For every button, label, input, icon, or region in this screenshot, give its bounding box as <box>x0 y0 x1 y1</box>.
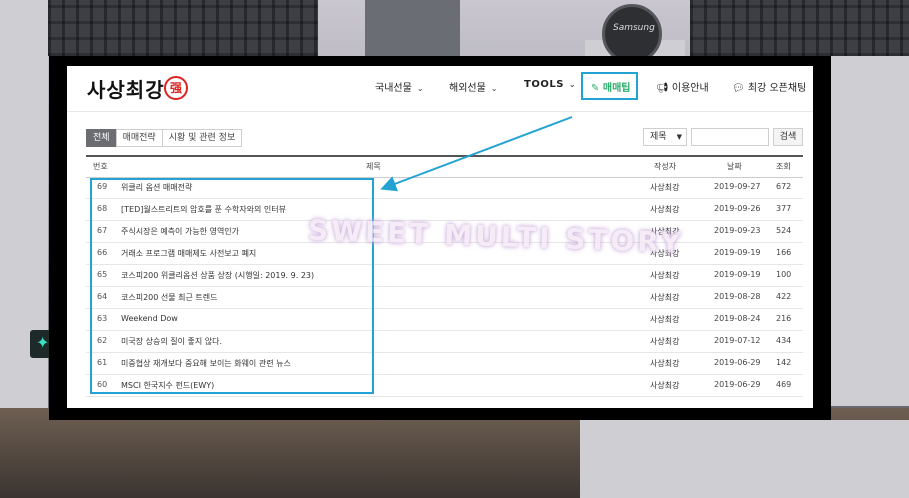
nav-tools[interactable]: TOOLS ⌄ <box>524 79 576 99</box>
row-views: 100 <box>776 270 792 279</box>
chevron-down-icon: ⌄ <box>568 80 577 89</box>
search-input[interactable] <box>691 128 769 146</box>
nav-open-chat[interactable]: 💬︎ 최강 오픈채팅 <box>732 79 806 99</box>
nav-label: 최강 오픈채팅 <box>747 83 807 94</box>
chevron-down-icon: ⌄ <box>490 84 498 93</box>
nav-trading-tips[interactable]: ✎ 매매팁 <box>591 79 630 99</box>
megaphone-icon: 📢︎ <box>656 83 672 94</box>
search-field-select[interactable]: 제목 ▼ <box>643 128 687 146</box>
row-views: 377 <box>776 204 792 213</box>
row-views: 469 <box>776 380 792 389</box>
row-author: 사상최강 <box>650 359 680 368</box>
nav-label: 이용안내 <box>671 83 709 94</box>
header-date: 날짜 <box>727 162 742 171</box>
row-views: 524 <box>776 226 792 235</box>
site-logo[interactable]: 사상최강 <box>87 74 165 103</box>
caret-down-icon: ▼ <box>676 133 682 141</box>
edit-icon: ✎ <box>591 83 603 94</box>
row-date: 2019-08-28 <box>714 292 761 301</box>
tab-trading-strategy[interactable]: 매매전략 <box>115 129 163 147</box>
search-field-value: 제목 <box>650 132 667 142</box>
chevron-down-icon: ⌄ <box>416 84 424 93</box>
row-views: 672 <box>776 182 792 191</box>
row-views: 216 <box>776 314 792 323</box>
category-tabs: 전체 매매전략 시황 및 관련 정보 <box>86 129 243 147</box>
row-views: 434 <box>776 336 792 345</box>
nav-guide[interactable]: 📢︎ 이용안내 <box>656 79 709 99</box>
tab-all[interactable]: 전체 <box>86 129 117 147</box>
rows-highlight-box <box>90 178 374 394</box>
row-author: 사상최강 <box>650 315 680 324</box>
row-author: 사상최강 <box>650 205 680 214</box>
row-views: 142 <box>776 358 792 367</box>
nav-label: TOOLS <box>524 79 564 90</box>
row-views: 422 <box>776 292 792 301</box>
row-date: 2019-06-29 <box>714 358 761 367</box>
header-num: 번호 <box>93 162 108 171</box>
row-date: 2019-06-29 <box>714 380 761 389</box>
table-header: 번호 제목 작성자 날짜 조회 <box>86 155 803 178</box>
row-date: 2019-09-23 <box>714 226 761 235</box>
row-date: 2019-09-27 <box>714 182 761 191</box>
nav-label: 매매팁 <box>602 83 631 94</box>
header-views: 조회 <box>776 162 791 171</box>
nav-label: 국내선물 <box>375 83 412 94</box>
logo-seal-icon: 强 <box>164 76 188 100</box>
tab-market-info[interactable]: 시황 및 관련 정보 <box>161 129 243 147</box>
row-author: 사상최강 <box>650 337 680 346</box>
header-divider <box>67 111 813 112</box>
row-date: 2019-09-19 <box>714 270 761 279</box>
nav-domestic-futures[interactable]: 국내선물 ⌄ <box>375 79 424 99</box>
row-views: 166 <box>776 248 792 257</box>
header-title: 제목 <box>366 162 381 171</box>
row-date: 2019-09-26 <box>714 204 761 213</box>
clock-sign: Samsung <box>602 4 662 64</box>
search-button[interactable]: 검색 <box>773 128 803 146</box>
row-author: 사상최강 <box>650 183 680 192</box>
row-author: 사상최강 <box>650 293 680 302</box>
row-author: 사상최강 <box>650 381 680 390</box>
chat-icon: 💬︎ <box>732 83 748 94</box>
nav-label: 해외선물 <box>449 83 486 94</box>
row-date: 2019-07-12 <box>714 336 761 345</box>
row-date: 2019-09-19 <box>714 248 761 257</box>
row-date: 2019-08-24 <box>714 314 761 323</box>
nav-overseas-futures[interactable]: 해외선물 ⌄ <box>449 79 498 99</box>
header-author: 작성자 <box>654 162 677 171</box>
row-author: 사상최강 <box>650 271 680 280</box>
